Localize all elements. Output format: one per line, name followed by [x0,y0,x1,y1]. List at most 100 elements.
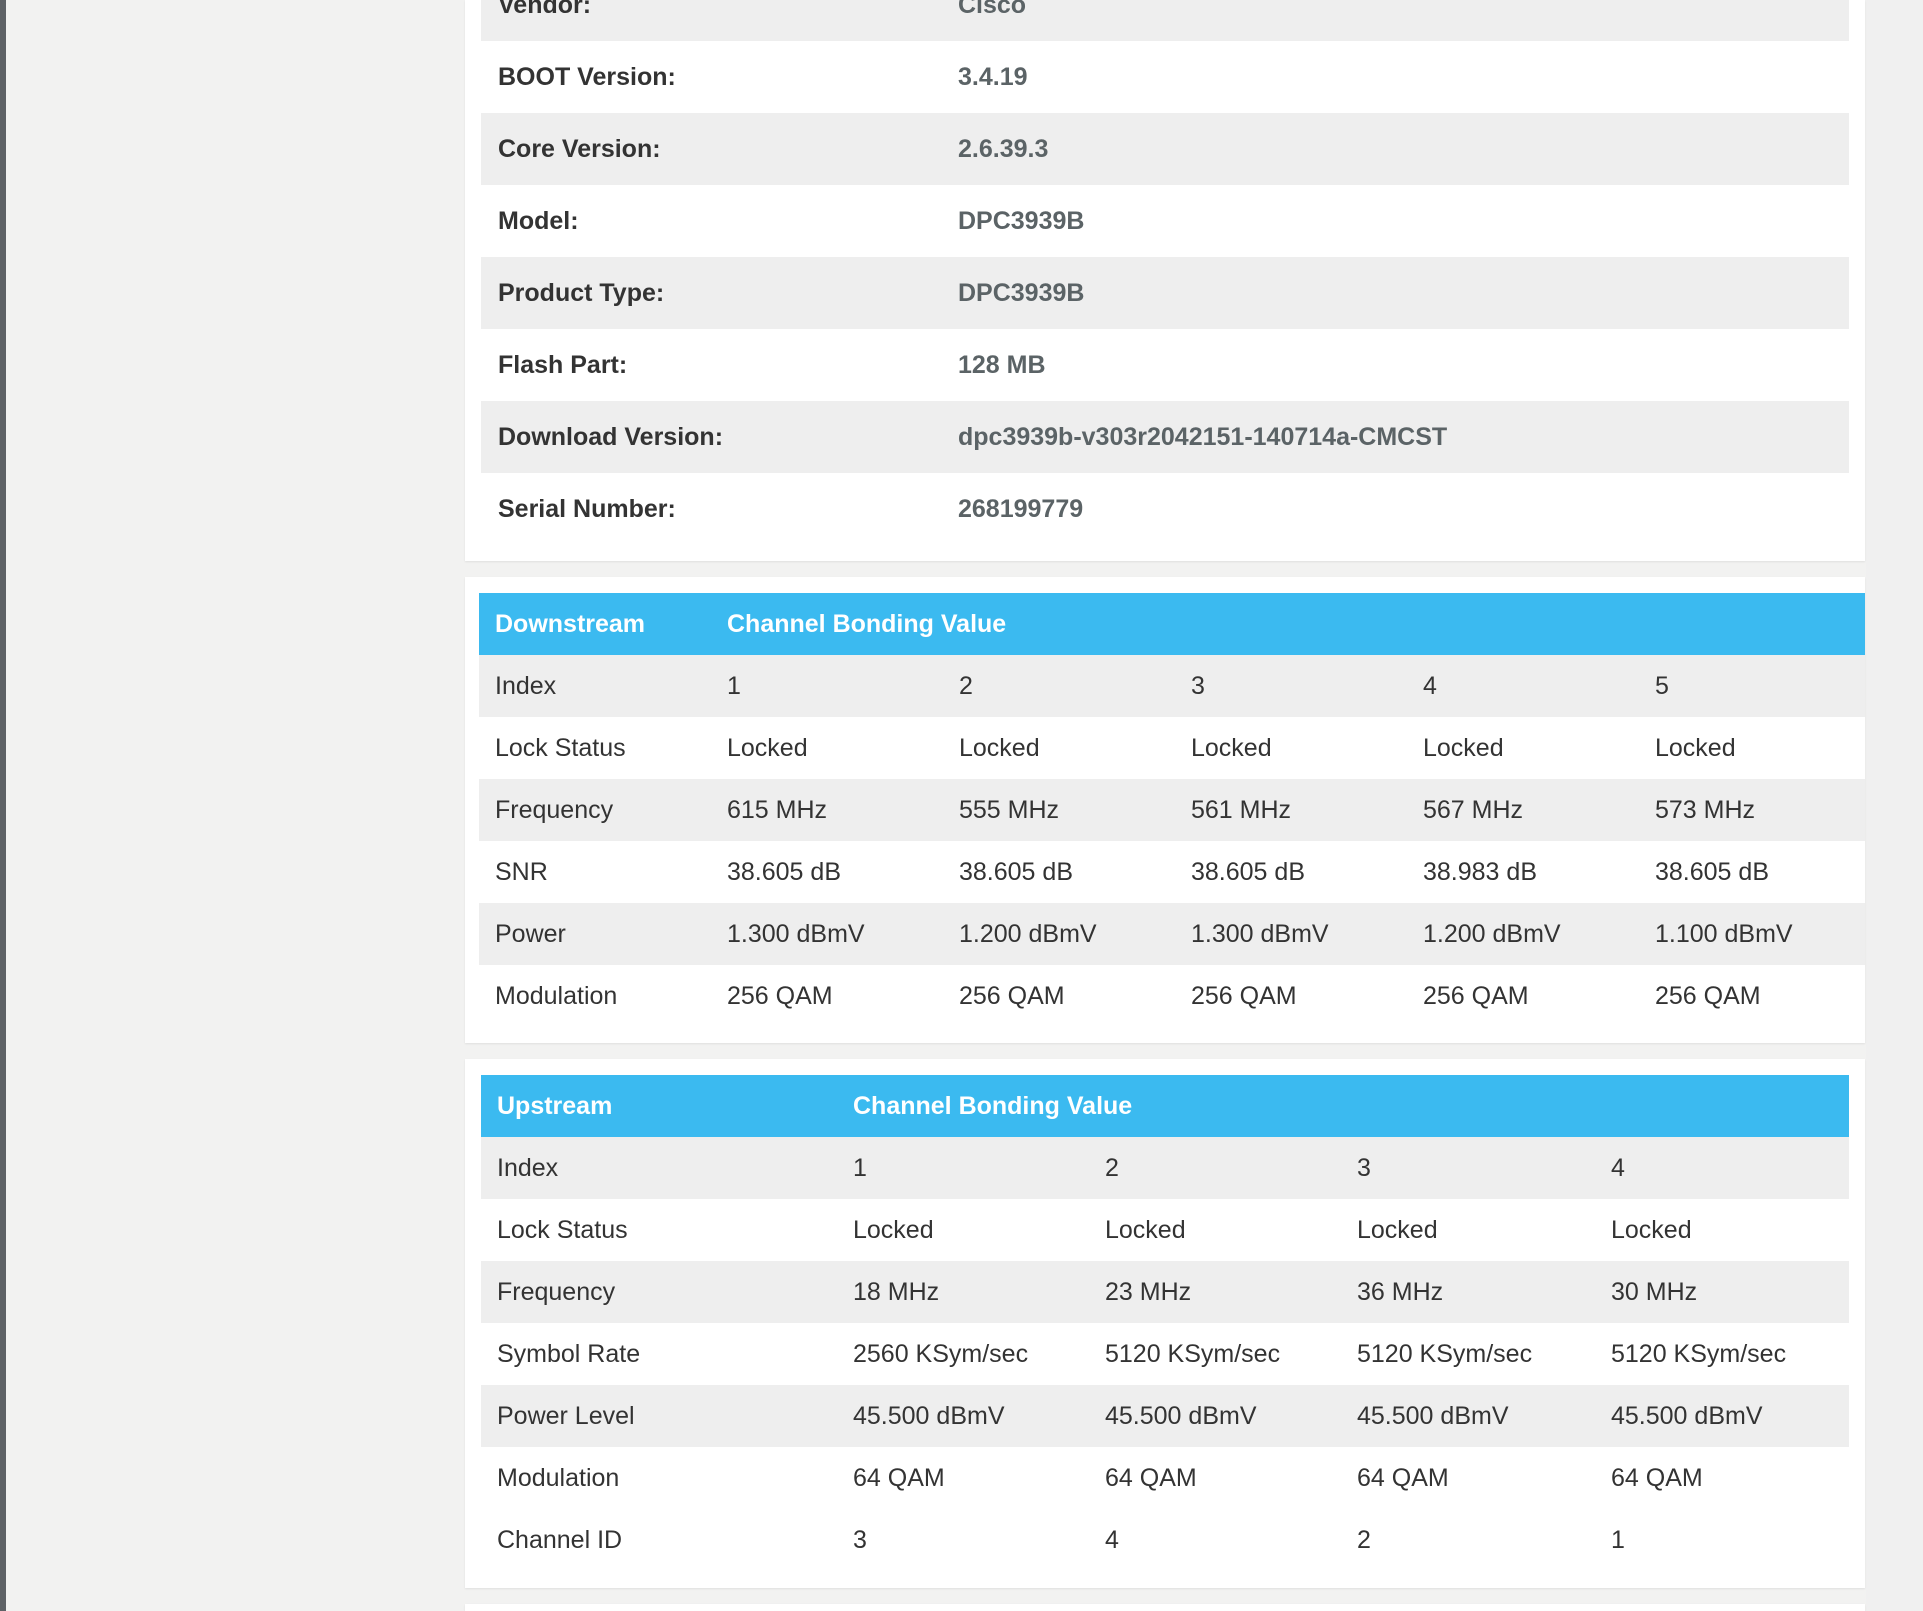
cell: 1.300 dBmV [1175,903,1407,965]
cell: 30 MHz [1595,1261,1849,1323]
cell: 64 QAM [1105,1463,1197,1492]
info-row-model: Model: DPC3939B [481,185,1849,257]
info-row-core-version: Core Version: 2.6.39.3 [481,113,1849,185]
row-label: Lock Status [497,1215,628,1244]
row-label: Lock Status [495,733,626,762]
cell: Locked [853,1215,934,1244]
info-value: DPC3939B [958,278,1085,307]
table-row: SNR 38.605 dB 38.605 dB 38.605 dB 38.983… [479,841,1865,903]
row-label: Index [479,655,711,717]
cell: 4 [1595,1137,1849,1199]
row-label: Power [479,903,711,965]
cell: 615 MHz [711,779,943,841]
info-value: 268199779 [958,494,1084,523]
row-label: Frequency [479,779,711,841]
info-value: dpc3939b-v303r2042151-140714a-CMCST [958,422,1448,451]
info-row-boot-version: BOOT Version: 3.4.19 [481,41,1849,113]
row-label: Modulation [495,981,618,1010]
info-row-flash-part: Flash Part: 128 MB [481,329,1849,401]
table-row: Index 1 2 3 4 [481,1137,1849,1199]
cell: 38.605 dB [959,857,1073,886]
info-value: 128 MB [958,350,1046,379]
table-row: Frequency 18 MHz 23 MHz 36 MHz 30 MHz [481,1261,1849,1323]
info-row-serial-number: Serial Number: 268199779 [481,473,1849,545]
info-value: 2.6.39.3 [958,134,1049,163]
table-row: Modulation 256 QAM 256 QAM 256 QAM 256 Q… [479,965,1865,1027]
row-label: Power Level [481,1385,837,1447]
cell: Locked [1655,733,1736,762]
table-row: Power Level 45.500 dBmV 45.500 dBmV 45.5… [481,1385,1849,1447]
cell: 38.605 dB [1191,857,1305,886]
cell: 1.300 dBmV [711,903,943,965]
table-row: Lock Status Locked Locked Locked Locked … [479,717,1865,779]
upstream-card: Upstream Channel Bonding Value Index 1 2… [465,1059,1865,1588]
next-card-edge [465,1604,1865,1611]
cell: Locked [1357,1215,1438,1244]
info-label: BOOT Version: [498,62,676,91]
cell: Locked [1105,1215,1186,1244]
table-row: Symbol Rate 2560 KSym/sec 5120 KSym/sec … [481,1323,1849,1385]
cell: 561 MHz [1175,779,1407,841]
upstream-title: Upstream [481,1075,837,1137]
cell: 256 QAM [1191,981,1297,1010]
cell: 2 [943,655,1175,717]
cell: 3 [1175,655,1407,717]
cell: 64 QAM [853,1463,945,1492]
cell: Locked [959,733,1040,762]
info-label: Vendor: [498,0,592,19]
info-value: DPC3939B [958,206,1085,235]
row-label: Modulation [497,1463,620,1492]
cell: Locked [1423,733,1504,762]
cell: 1 [1611,1525,1625,1554]
info-row-vendor: Vendor: Cisco [481,0,1849,41]
cell: 4 [1407,655,1639,717]
info-label: Download Version: [498,422,724,451]
cell: 5120 KSym/sec [1357,1339,1533,1368]
cell: Locked [727,733,808,762]
cell: 4 [1105,1525,1119,1554]
cell: 567 MHz [1407,779,1639,841]
upstream-header-row: Upstream Channel Bonding Value [481,1075,1849,1137]
row-label: Channel ID [497,1525,623,1554]
cell: 64 QAM [1357,1463,1449,1492]
cell: 45.500 dBmV [1089,1385,1341,1447]
cell: 5 [1639,655,1866,717]
left-sidebar-edge [0,0,6,1611]
cell: 256 QAM [1655,981,1761,1010]
cell: 2560 KSym/sec [853,1339,1029,1368]
info-label: Flash Part: [498,350,628,379]
info-value: Cisco [958,0,1027,19]
cell: 256 QAM [959,981,1065,1010]
cell: 36 MHz [1341,1261,1595,1323]
downstream-card: Downstream Channel Bonding Value Index 1… [465,577,1866,1043]
downstream-subtitle: Channel Bonding Value [711,593,1866,655]
cell: 1 [711,655,943,717]
cell: Locked [1611,1215,1692,1244]
table-row: Frequency 615 MHz 555 MHz 561 MHz 567 MH… [479,779,1866,841]
cell: 256 QAM [727,981,833,1010]
info-label: Serial Number: [498,494,676,523]
cell: 3 [853,1525,867,1554]
table-row: Channel ID 3 4 2 1 [481,1509,1849,1571]
right-gutter [1866,0,1923,1611]
cell: 45.500 dBmV [1595,1385,1849,1447]
cell: 573 MHz [1639,779,1866,841]
cell: 5120 KSym/sec [1105,1339,1281,1368]
downstream-header-row: Downstream Channel Bonding Value [479,593,1866,655]
cell: 1.200 dBmV [1407,903,1639,965]
upstream-subtitle: Channel Bonding Value [837,1075,1849,1137]
info-value: 3.4.19 [958,62,1028,91]
row-label: Symbol Rate [497,1339,641,1368]
info-row-download-version: Download Version: dpc3939b-v303r2042151-… [481,401,1849,473]
cell: 3 [1341,1137,1595,1199]
info-row-product-type: Product Type: DPC3939B [481,257,1849,329]
device-info-card: Vendor: Cisco BOOT Version: 3.4.19 Core … [465,0,1865,561]
upstream-table: Upstream Channel Bonding Value Index 1 2… [481,1075,1849,1571]
cell: 256 QAM [1423,981,1529,1010]
cell: 1.200 dBmV [943,903,1175,965]
cell: Locked [1191,733,1272,762]
info-label: Core Version: [498,134,661,163]
cell: 5120 KSym/sec [1611,1339,1787,1368]
cell: 1.100 dBmV [1639,903,1866,965]
cell: 555 MHz [943,779,1175,841]
